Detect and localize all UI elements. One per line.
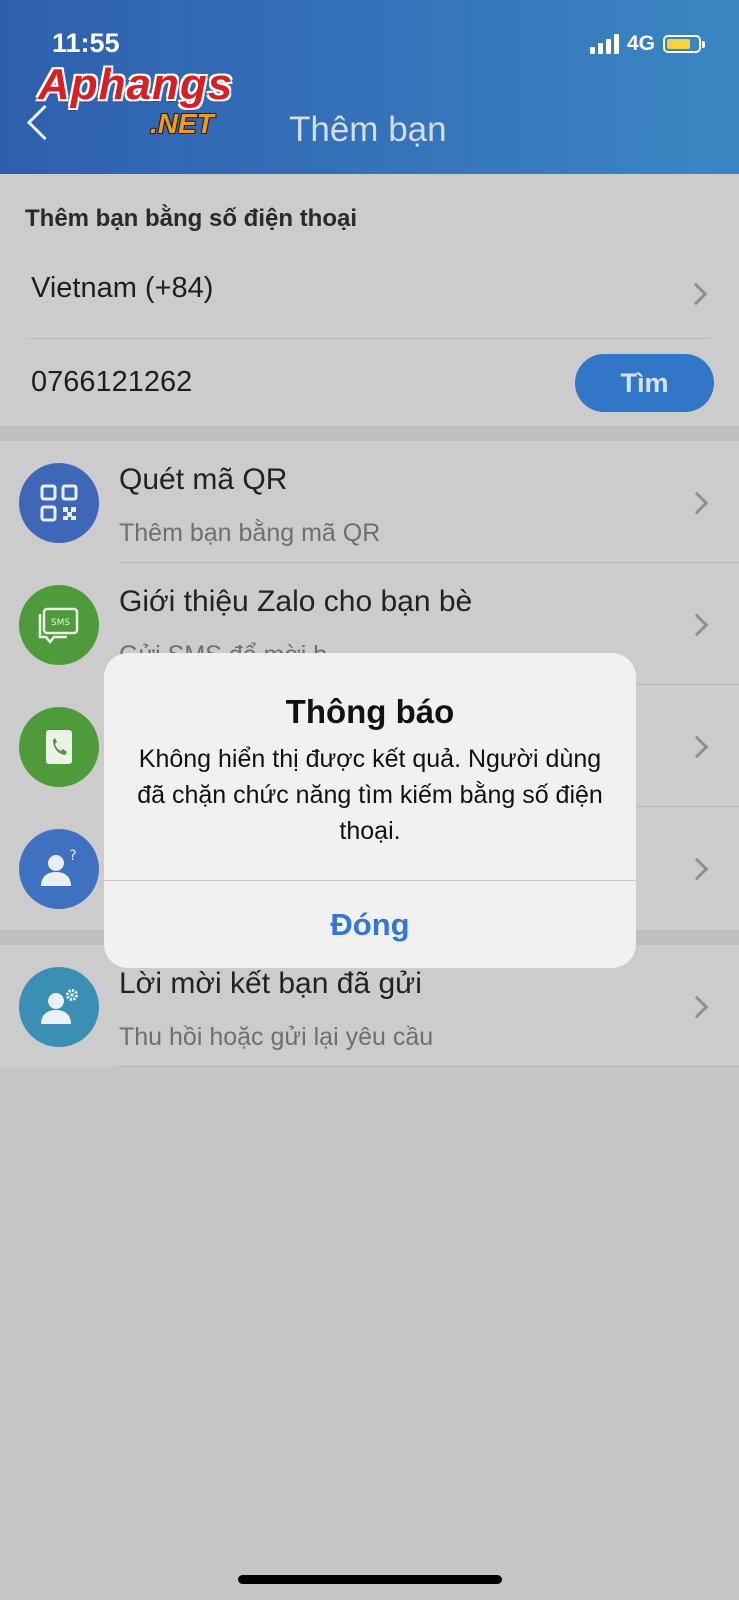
phone-number-input[interactable]: 0766121262 — [31, 366, 192, 399]
svg-text:SMS: SMS — [51, 618, 70, 628]
phone-search-section: Thêm bạn bằng số điện thoại Vietnam (+84… — [0, 174, 739, 426]
list-item-title: Giới thiệu Zalo cho bạn bè — [119, 585, 473, 618]
list-item-subtitle: Thêm bạn bằng mã QR — [119, 519, 381, 547]
chevron-right-icon — [685, 735, 709, 759]
divider — [29, 338, 711, 339]
chevron-right-icon — [685, 491, 709, 515]
chevron-right-icon — [685, 995, 709, 1019]
person-gear-icon — [19, 967, 99, 1047]
qr-code-icon — [19, 463, 99, 543]
country-label: Vietnam (+84) — [31, 272, 214, 304]
dialog-title: Thông báo — [285, 693, 455, 730]
app-header: 11:55 4G Aphangs .NET Thêm bạn — [0, 0, 739, 174]
battery-icon — [663, 35, 705, 53]
logo-sub-text: .NET — [150, 108, 214, 139]
home-indicator[interactable] — [238, 1575, 502, 1584]
list-item-qr-scan[interactable]: Quét mã QR Thêm bạn bằng mã QR — [0, 441, 739, 563]
list-item-title: Quét mã QR — [119, 463, 288, 496]
find-button[interactable]: Tìm — [575, 354, 714, 412]
person-question-icon: ? — [19, 829, 99, 909]
status-time: 11:55 — [52, 28, 120, 58]
divider — [119, 1066, 739, 1067]
watermark-logo: Aphangs .NET — [38, 60, 234, 139]
logo-main-text: Aphangs — [38, 60, 234, 109]
page-title: Thêm bạn — [289, 110, 447, 149]
chevron-right-icon — [685, 613, 709, 637]
phone-contacts-icon — [19, 707, 99, 787]
network-type: 4G — [626, 32, 655, 55]
list-item-title: Lời mời kết bạn đã gửi — [119, 967, 422, 1000]
alert-dialog: Thông báo Không hiển thị được kết quả. N… — [104, 653, 636, 968]
back-arrow-icon[interactable] — [26, 104, 63, 141]
signal-icon — [589, 34, 619, 54]
close-button[interactable]: Đóng — [104, 881, 636, 968]
chevron-right-icon — [684, 282, 708, 306]
svg-text:?: ? — [69, 848, 76, 864]
status-indicators: 4G — [589, 32, 705, 56]
chevron-right-icon — [685, 857, 709, 881]
list-item-subtitle: Thu hồi hoặc gửi lại yêu cầu — [119, 1023, 434, 1051]
dialog-message: Không hiển thị được kết quả. Người dùng … — [137, 745, 603, 845]
section-heading: Thêm bạn bằng số điện thoại — [25, 205, 358, 232]
country-selector[interactable]: Vietnam (+84) — [0, 260, 739, 326]
sms-icon: SMS — [19, 585, 99, 665]
section-gap — [0, 426, 739, 441]
